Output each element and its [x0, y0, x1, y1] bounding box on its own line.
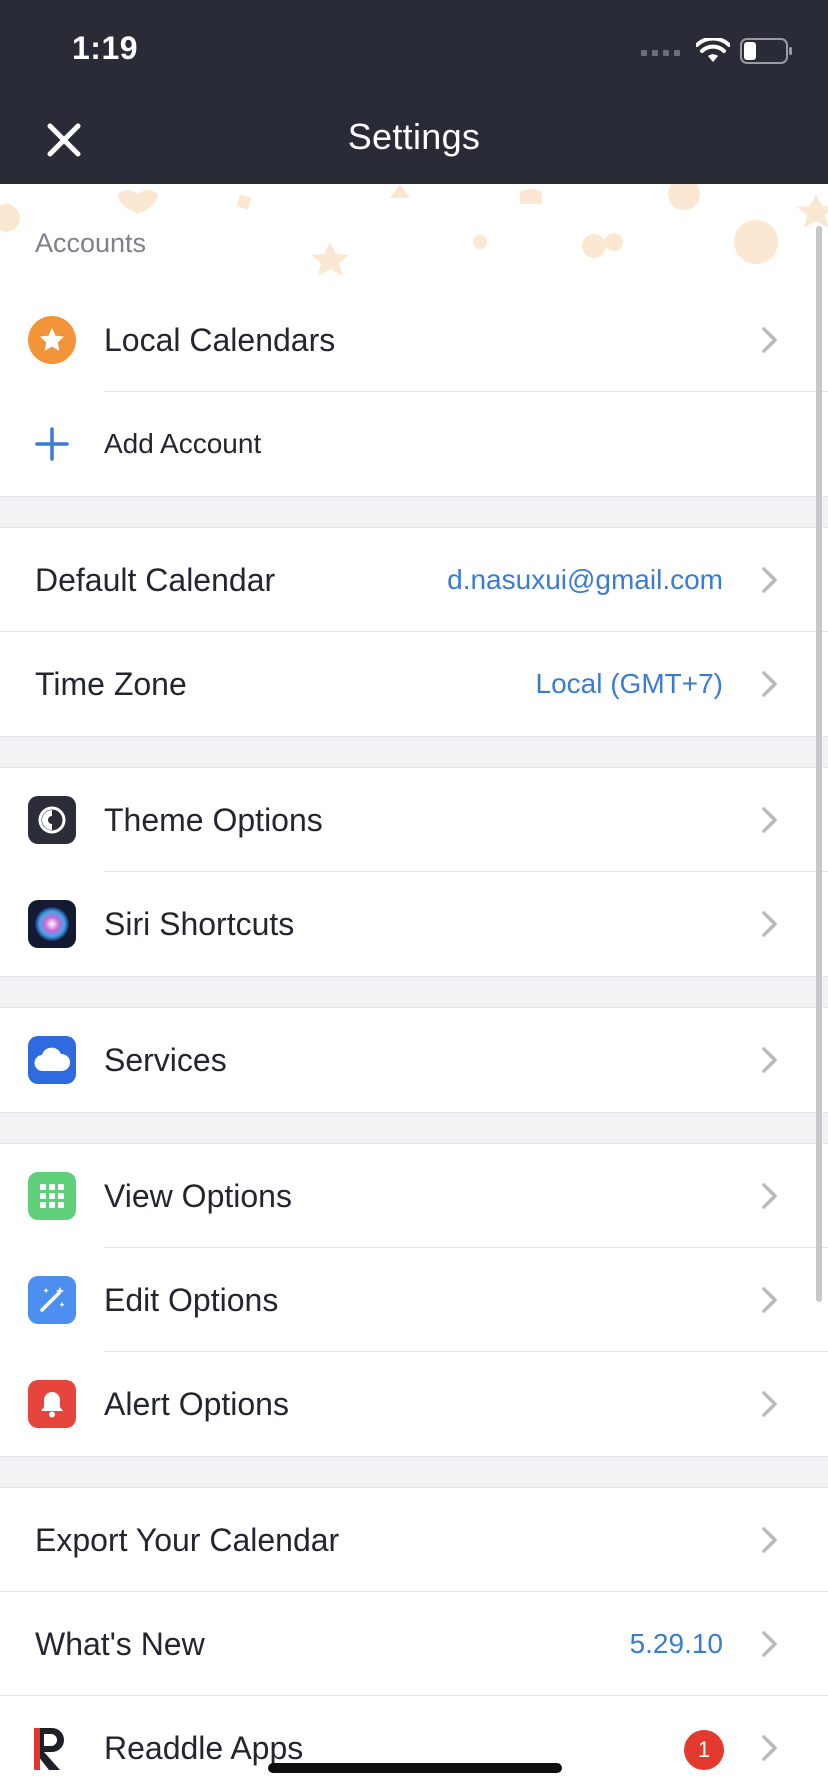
plus-icon — [28, 420, 76, 468]
alert-options-label: Alert Options — [104, 1385, 289, 1422]
edit-options-row[interactable]: Edit Options — [0, 1248, 828, 1352]
accounts-header-label: Accounts — [35, 228, 147, 258]
whats-new-label: What's New — [35, 1625, 205, 1662]
add-account-row[interactable]: Add Account — [0, 392, 828, 496]
local-calendars-row[interactable]: Local Calendars — [0, 288, 828, 392]
export-calendar-label: Export Your Calendar — [35, 1521, 340, 1558]
readdle-apps-label: Readdle Apps — [104, 1729, 304, 1766]
readdle-apps-row[interactable]: Readdle Apps 1 — [0, 1696, 828, 1792]
star-icon — [28, 316, 76, 364]
readdle-logo-icon — [28, 1724, 76, 1772]
chevron-right-icon — [762, 567, 777, 593]
export-calendar-row[interactable]: Export Your Calendar — [0, 1488, 828, 1592]
chevron-right-icon — [762, 1047, 777, 1073]
grid-icon — [28, 1172, 76, 1220]
app-version-value: 5.29.10 — [629, 1628, 723, 1659]
section-gap — [0, 976, 828, 1008]
section-gap — [0, 736, 828, 768]
default-calendar-value: d.nasuxui@gmail.com — [447, 564, 723, 595]
services-row[interactable]: Services — [0, 1008, 828, 1112]
theme-options-label: Theme Options — [104, 801, 323, 838]
chevron-right-icon — [762, 327, 777, 353]
chevron-right-icon — [762, 1183, 777, 1209]
local-calendars-label: Local Calendars — [104, 321, 336, 358]
section-gap — [0, 1112, 828, 1144]
battery-icon — [740, 38, 794, 64]
view-options-row[interactable]: View Options — [0, 1144, 828, 1248]
bell-icon — [28, 1380, 76, 1428]
chevron-right-icon — [762, 1527, 777, 1553]
default-calendar-label: Default Calendar — [35, 561, 276, 598]
chevron-right-icon — [762, 1391, 777, 1417]
scrollbar[interactable] — [816, 226, 822, 1302]
time-zone-label: Time Zone — [35, 665, 187, 702]
home-indicator[interactable] — [268, 1763, 562, 1773]
top-bar: 1:19 Settings — [0, 0, 828, 184]
siri-icon — [28, 900, 76, 948]
add-account-label: Add Account — [104, 428, 262, 459]
section-gap — [0, 496, 828, 528]
cloud-icon — [28, 1036, 76, 1084]
wifi-icon — [696, 38, 730, 64]
alert-options-row[interactable]: Alert Options — [0, 1352, 828, 1456]
edit-options-label: Edit Options — [104, 1281, 279, 1318]
time-zone-value: Local (GMT+7) — [535, 668, 724, 699]
chevron-right-icon — [762, 807, 777, 833]
settings-list: Accounts Local Calendars Add Account Def… — [0, 184, 828, 1792]
magic-wand-icon — [28, 1276, 76, 1324]
theme-icon — [28, 796, 76, 844]
chevron-right-icon — [762, 1631, 777, 1657]
view-options-label: View Options — [104, 1177, 292, 1214]
chevron-right-icon — [762, 1735, 777, 1761]
time-zone-row[interactable]: Time Zone Local (GMT+7) — [0, 632, 828, 736]
status-time: 1:19 — [72, 30, 139, 66]
notification-badge: 1 — [684, 1730, 724, 1770]
status-indicators — [641, 36, 794, 66]
chevron-right-icon — [762, 911, 777, 937]
default-calendar-row[interactable]: Default Calendar d.nasuxui@gmail.com — [0, 528, 828, 632]
accounts-section-header: Accounts — [0, 184, 828, 288]
services-label: Services — [104, 1041, 227, 1078]
section-gap — [0, 1456, 828, 1488]
chevron-right-icon — [762, 671, 777, 697]
theme-options-row[interactable]: Theme Options — [0, 768, 828, 872]
whats-new-row[interactable]: What's New 5.29.10 — [0, 1592, 828, 1696]
chevron-right-icon — [762, 1287, 777, 1313]
cellular-signal-icon — [641, 46, 680, 56]
siri-shortcuts-row[interactable]: Siri Shortcuts — [0, 872, 828, 976]
page-title: Settings — [347, 116, 481, 157]
siri-shortcuts-label: Siri Shortcuts — [104, 905, 295, 942]
